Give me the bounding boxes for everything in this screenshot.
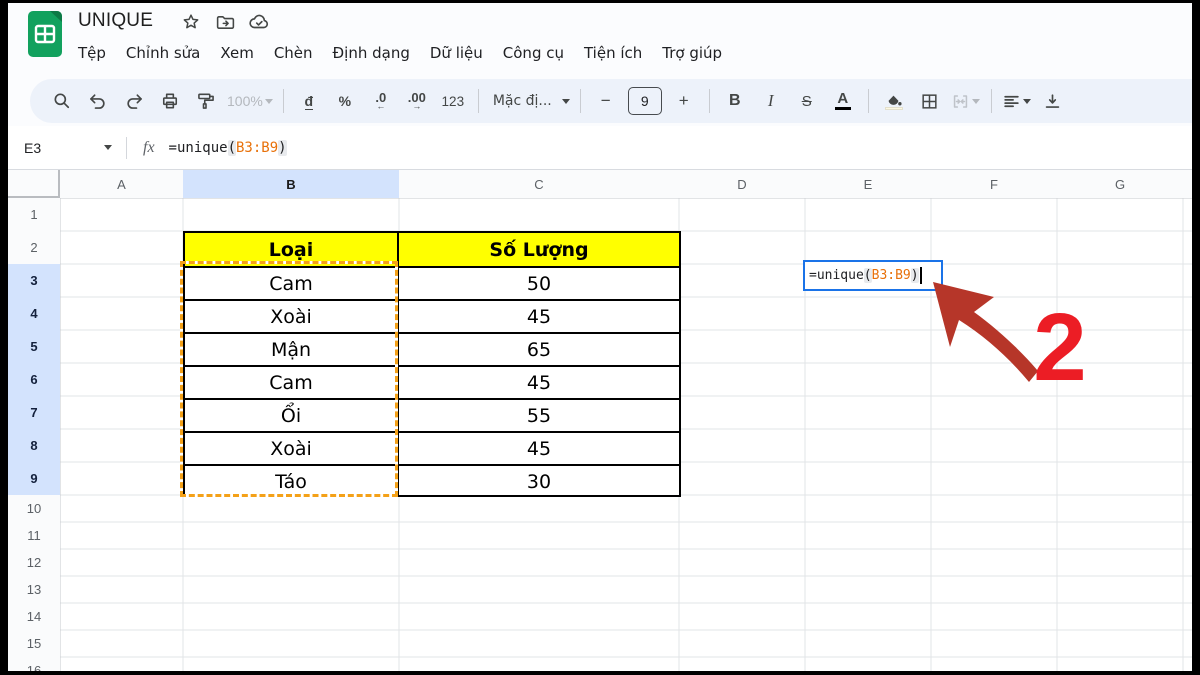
row-header-11[interactable]: 11 — [8, 522, 60, 549]
cell-c3[interactable]: 50 — [399, 268, 679, 299]
cell-c8[interactable]: 45 — [399, 433, 679, 464]
menu-data[interactable]: Dữ liệu — [420, 39, 493, 67]
column-header-f[interactable]: F — [931, 170, 1057, 198]
merge-cells-button[interactable] — [951, 86, 981, 116]
row-header-9[interactable]: 9 — [8, 462, 60, 495]
column-header-e[interactable]: E — [805, 170, 931, 198]
sheets-logo-icon[interactable] — [28, 11, 62, 62]
cell-c5[interactable]: 65 — [399, 334, 679, 365]
header-cell-so-luong[interactable]: Số Lượng — [399, 233, 679, 266]
menu-tools[interactable]: Công cụ — [493, 39, 574, 67]
cell-editor-e3[interactable]: =unique(B3:B9) — [803, 260, 943, 291]
format-currency-button[interactable]: đ — [294, 86, 324, 116]
cell-c4[interactable]: 45 — [399, 301, 679, 332]
arrow-left-glyph: ← — [376, 103, 385, 110]
strikethrough-button[interactable]: S — [792, 86, 822, 116]
row-header-7[interactable]: 7 — [8, 396, 60, 429]
cell-c7[interactable]: 55 — [399, 400, 679, 431]
cell-c9[interactable]: 30 — [399, 466, 679, 497]
move-to-folder-icon[interactable] — [214, 11, 236, 33]
paint-format-icon[interactable] — [191, 86, 221, 116]
menu-format[interactable]: Định dạng — [323, 39, 420, 67]
formula-input[interactable]: =unique(B3:B9) — [169, 140, 287, 156]
row-header-13[interactable]: 13 — [8, 576, 60, 603]
menu-view[interactable]: Xem — [210, 39, 263, 67]
row-header-4[interactable]: 4 — [8, 297, 60, 330]
row-header-12[interactable]: 12 — [8, 549, 60, 576]
name-box[interactable]: E3 — [8, 140, 104, 156]
formula-bar: E3 fx =unique(B3:B9) — [8, 126, 1192, 170]
row-header-15[interactable]: 15 — [8, 630, 60, 657]
column-headers: A B C D E F G — [8, 170, 1192, 198]
menu-edit[interactable]: Chỉnh sửa — [116, 39, 210, 67]
referenced-range-marching-ants — [180, 261, 398, 497]
row-header-5[interactable]: 5 — [8, 330, 60, 363]
column-header-b[interactable]: B — [183, 170, 399, 198]
row-headers: 1 2 3 4 5 6 7 8 9 10 11 12 13 14 15 16 — [8, 198, 60, 671]
google-sheets-app: UNIQUE Tệp Chỉnh sửa Xem Chèn Định dạng … — [8, 3, 1192, 671]
menu-extensions[interactable]: Tiện ích — [574, 39, 652, 67]
screenshot-frame: UNIQUE Tệp Chỉnh sửa Xem Chèn Định dạng … — [0, 0, 1200, 675]
text-cursor — [920, 267, 922, 284]
cloud-saved-icon[interactable] — [248, 11, 270, 33]
column-header-a[interactable]: A — [60, 170, 183, 198]
toolbar: 100% đ % .0← .00→ 123 Mặc đị... − 9 + B … — [30, 79, 1192, 123]
column-header-c[interactable]: C — [399, 170, 679, 198]
column-header-g[interactable]: G — [1057, 170, 1183, 198]
row-header-2[interactable]: 2 — [8, 231, 60, 264]
vertical-align-button[interactable] — [1038, 86, 1068, 116]
menu-help[interactable]: Trợ giúp — [652, 39, 732, 67]
increase-decimal-button[interactable]: .00→ — [402, 86, 432, 116]
italic-button[interactable]: I — [756, 86, 786, 116]
row-header-14[interactable]: 14 — [8, 603, 60, 630]
zoom-select[interactable]: 100% — [227, 86, 273, 116]
row-header-10[interactable]: 10 — [8, 495, 60, 522]
fill-color-button[interactable] — [879, 86, 909, 116]
document-title[interactable]: UNIQUE — [78, 10, 153, 32]
fx-icon: fx — [143, 139, 155, 157]
arrow-right-glyph: → — [412, 103, 421, 110]
borders-button[interactable] — [915, 86, 945, 116]
step-number: 2 — [1033, 294, 1086, 401]
menu-insert[interactable]: Chèn — [264, 39, 323, 67]
menu-file[interactable]: Tệp — [68, 39, 116, 67]
increase-font-size-button[interactable]: + — [669, 86, 699, 116]
column-header-d[interactable]: D — [679, 170, 805, 198]
row-header-16[interactable]: 16 — [8, 657, 60, 671]
row-header-3[interactable]: 3 — [8, 264, 60, 297]
text-color-swatch — [835, 107, 851, 111]
decrease-font-size-button[interactable]: − — [591, 86, 621, 116]
search-icon[interactable] — [47, 86, 77, 116]
horizontal-align-button[interactable] — [1002, 86, 1032, 116]
column-header-stub — [1183, 170, 1192, 198]
star-icon[interactable] — [180, 11, 202, 33]
font-size-input[interactable]: 9 — [628, 87, 662, 115]
cell-c6[interactable]: 45 — [399, 367, 679, 398]
spreadsheet-grid[interactable]: A B C D E F G 1 2 3 4 5 6 7 8 9 10 11 12… — [8, 170, 1192, 671]
fill-color-swatch — [885, 107, 903, 111]
row-header-8[interactable]: 8 — [8, 429, 60, 462]
format-percent-button[interactable]: % — [330, 86, 360, 116]
font-select[interactable]: Mặc đị... — [489, 86, 570, 116]
select-all-corner[interactable] — [8, 170, 60, 198]
undo-icon[interactable] — [83, 86, 113, 116]
decrease-decimal-button[interactable]: .0← — [366, 86, 396, 116]
name-box-caret-icon[interactable] — [104, 145, 112, 150]
titlebar: UNIQUE Tệp Chỉnh sửa Xem Chèn Định dạng … — [8, 3, 1192, 76]
menu-bar: Tệp Chỉnh sửa Xem Chèn Định dạng Dữ liệu… — [68, 39, 732, 67]
more-formats-button[interactable]: 123 — [438, 86, 468, 116]
print-icon[interactable] — [155, 86, 185, 116]
redo-icon[interactable] — [119, 86, 149, 116]
row-header-1[interactable]: 1 — [8, 198, 60, 231]
bold-button[interactable]: B — [720, 86, 750, 116]
text-color-button[interactable]: A — [828, 86, 858, 116]
row-header-6[interactable]: 6 — [8, 363, 60, 396]
